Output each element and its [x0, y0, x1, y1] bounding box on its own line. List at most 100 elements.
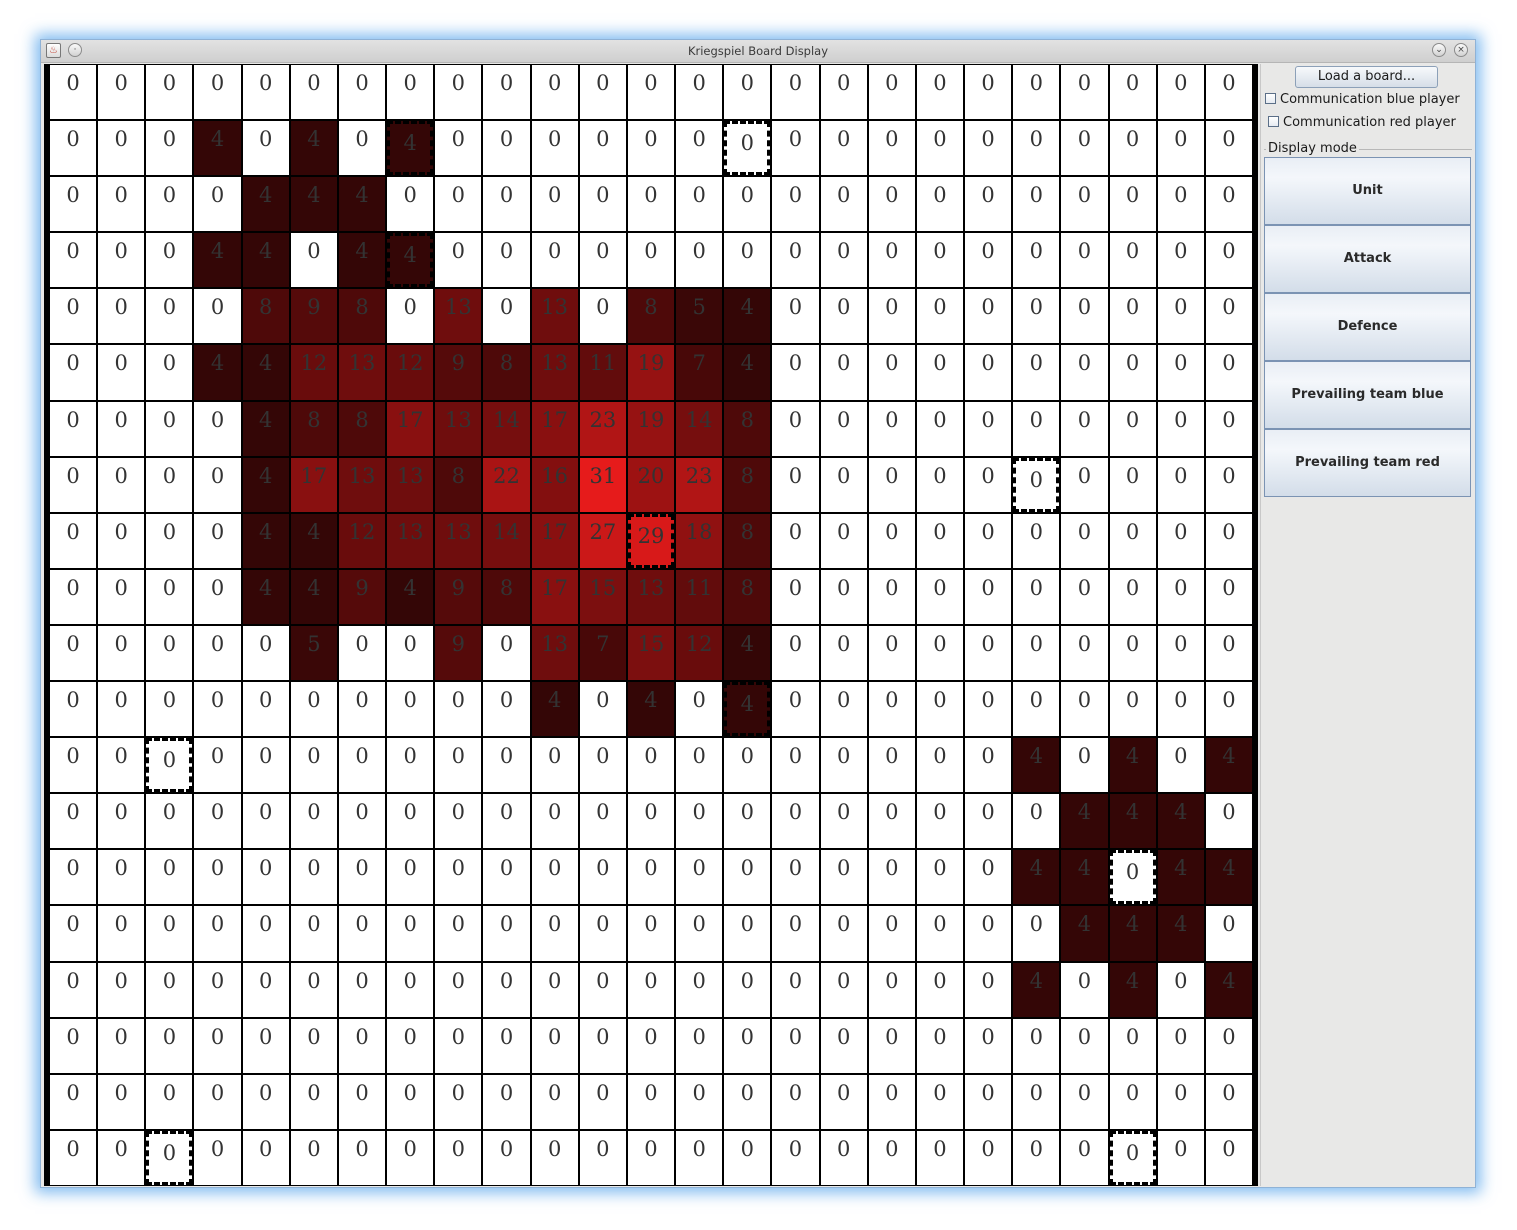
board-cell[interactable]: 0 [1205, 682, 1252, 737]
board-cell[interactable]: 0 [98, 738, 145, 793]
board-cell[interactable]: 0 [1205, 233, 1252, 288]
board-cell[interactable]: 0 [290, 682, 337, 737]
board-cell-unit[interactable]: 0 [1109, 1130, 1156, 1185]
board-cell[interactable]: 0 [1157, 625, 1204, 681]
board-cell-unit[interactable]: 4 [387, 233, 434, 288]
board-cell[interactable]: 0 [435, 850, 482, 905]
board-cell[interactable]: 0 [1013, 401, 1060, 456]
board-cell[interactable]: 0 [965, 625, 1012, 681]
board-cell[interactable]: 0 [531, 65, 578, 120]
board-cell[interactable]: 8 [242, 289, 289, 344]
board-cell[interactable]: 0 [435, 233, 482, 288]
board-cell[interactable]: 0 [1205, 65, 1252, 120]
board-cell[interactable]: 0 [1109, 625, 1156, 681]
board-cell[interactable]: 4 [290, 121, 337, 176]
board-cell[interactable]: 0 [290, 65, 337, 120]
board-cell[interactable]: 0 [1013, 682, 1060, 737]
board-cell[interactable]: 0 [868, 345, 915, 400]
board-cell[interactable]: 0 [1109, 1074, 1156, 1129]
board-cell[interactable]: 4 [724, 289, 771, 344]
board-cell[interactable]: 0 [483, 906, 530, 961]
board-cell[interactable]: 0 [194, 1074, 241, 1129]
board-cell[interactable]: 0 [916, 457, 964, 512]
board-cell-unit[interactable]: 4 [724, 682, 771, 737]
board-cell[interactable]: 4 [1013, 850, 1060, 905]
board-cell[interactable]: 0 [868, 625, 915, 681]
board-cell[interactable]: 0 [387, 177, 434, 232]
board-cell[interactable]: 13 [531, 345, 578, 400]
board-cell[interactable]: 0 [916, 1130, 964, 1185]
board-cell[interactable]: 0 [772, 401, 819, 456]
board-cell[interactable]: 0 [242, 1130, 289, 1185]
board-cell[interactable]: 0 [98, 1018, 145, 1073]
board-cell[interactable]: 0 [868, 1130, 915, 1185]
board-cell[interactable]: 0 [146, 850, 193, 905]
board-cell[interactable]: 4 [1205, 738, 1252, 793]
board-cell[interactable]: 0 [965, 289, 1012, 344]
board-cell[interactable]: 14 [483, 513, 530, 568]
board-cell[interactable]: 0 [868, 569, 915, 624]
board-cell[interactable]: 0 [1205, 457, 1252, 512]
board-cell[interactable]: 0 [1061, 177, 1108, 232]
board-cell[interactable]: 0 [387, 794, 434, 849]
board-cell[interactable]: 0 [1061, 738, 1108, 793]
board-cell[interactable]: 0 [483, 738, 530, 793]
board-cell[interactable]: 12 [676, 625, 723, 681]
board-cell[interactable]: 4 [1013, 738, 1060, 793]
board-cell[interactable]: 0 [627, 1130, 675, 1185]
board-cell[interactable]: 0 [1109, 401, 1156, 456]
board-cell[interactable]: 13 [531, 289, 578, 344]
board-cell[interactable]: 4 [242, 177, 289, 232]
board-cell[interactable]: 0 [483, 625, 530, 681]
board-cell[interactable]: 0 [916, 289, 964, 344]
board-cell[interactable]: 0 [1157, 1018, 1204, 1073]
board-cell[interactable]: 0 [1013, 177, 1060, 232]
board-cell[interactable]: 17 [531, 513, 578, 568]
board-cell[interactable]: 0 [483, 682, 530, 737]
board-cell[interactable]: 0 [290, 962, 337, 1017]
board-cell[interactable]: 0 [531, 1018, 578, 1073]
board-cell[interactable]: 0 [676, 121, 723, 176]
board-cell[interactable]: 0 [627, 850, 675, 905]
board-cell[interactable]: 0 [627, 906, 675, 961]
board-cell[interactable]: 0 [435, 962, 482, 1017]
board-cell[interactable]: 0 [1013, 121, 1060, 176]
board-cell[interactable]: 0 [146, 906, 193, 961]
board-cell[interactable]: 0 [772, 569, 819, 624]
board-cell[interactable]: 0 [676, 850, 723, 905]
board-cell[interactable]: 19 [627, 401, 675, 456]
board-cell[interactable]: 0 [435, 738, 482, 793]
board-cell[interactable]: 0 [387, 850, 434, 905]
board-cell[interactable]: 0 [820, 738, 867, 793]
board-cell[interactable]: 0 [98, 850, 145, 905]
board-cell[interactable]: 0 [1013, 1130, 1060, 1185]
board-cell[interactable]: 0 [1109, 177, 1156, 232]
board-cell[interactable]: 0 [435, 682, 482, 737]
board-cell[interactable]: 0 [965, 569, 1012, 624]
board-cell[interactable]: 0 [242, 738, 289, 793]
board-cell[interactable]: 0 [627, 962, 675, 1017]
board-cell[interactable]: 0 [965, 401, 1012, 456]
board-cell[interactable]: 0 [435, 1130, 482, 1185]
board-cell[interactable]: 0 [916, 569, 964, 624]
board-cell[interactable]: 9 [435, 625, 482, 681]
checkbox-icon[interactable] [1265, 93, 1276, 104]
board-cell[interactable]: 14 [483, 401, 530, 456]
board-cell[interactable]: 0 [1109, 513, 1156, 568]
board-cell[interactable]: 0 [627, 1018, 675, 1073]
board-cell[interactable]: 0 [435, 794, 482, 849]
board-cell[interactable]: 0 [338, 1130, 386, 1185]
board-cell[interactable]: 0 [194, 65, 241, 120]
board-cell[interactable]: 0 [483, 1074, 530, 1129]
board-cell[interactable]: 0 [868, 906, 915, 961]
board-cell[interactable]: 0 [965, 65, 1012, 120]
board-cell[interactable]: 4 [627, 682, 675, 737]
board-cell[interactable]: 0 [50, 65, 97, 120]
board-cell[interactable]: 0 [820, 289, 867, 344]
board-cell[interactable]: 0 [820, 962, 867, 1017]
board-cell[interactable]: 4 [724, 625, 771, 681]
board-cell[interactable]: 0 [338, 121, 386, 176]
board-cell[interactable]: 0 [579, 289, 626, 344]
board-cell[interactable]: 0 [916, 513, 964, 568]
board-cell[interactable]: 0 [1013, 65, 1060, 120]
